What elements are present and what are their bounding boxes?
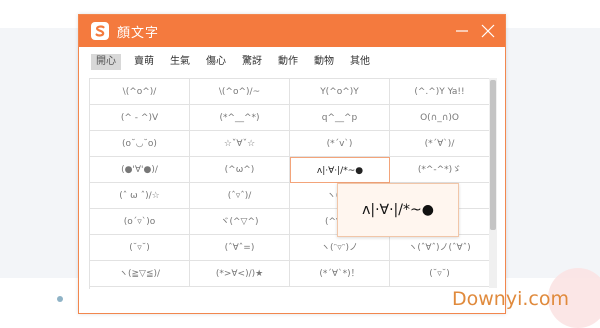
grid-scrollbar[interactable] <box>489 78 497 288</box>
title-bar[interactable]: 顏文字 <box>79 15 505 47</box>
emoticon-cell[interactable]: O(∩_∩)O <box>390 105 490 131</box>
tab-happy[interactable]: 開心 <box>91 54 121 70</box>
tab-cute[interactable]: 賣萌 <box>129 54 159 70</box>
tab-animal[interactable]: 動物 <box>309 54 339 70</box>
emoticon-cell[interactable]: (*^__^*) <box>190 105 290 131</box>
emoticon-cell[interactable]: ヽ(≧▽≦)/ <box>90 261 190 287</box>
emoticon-cell-hovered[interactable]: ʌ|·∀·|/*~● <box>290 157 390 183</box>
emoticon-cell[interactable]: (ˆ ω ˆ)/☆ <box>90 183 190 209</box>
emoticon-cell[interactable]: (*´v`) <box>290 131 390 157</box>
decorative-dot <box>57 296 63 302</box>
emoticon-cell[interactable]: ヽ(ˆ∀ˆ)ノ(ˆ∀ˆ) <box>390 235 490 261</box>
sogou-logo-icon <box>91 22 109 40</box>
minimize-button[interactable] <box>453 22 471 40</box>
emoticon-preview-tooltip: ʌ|·∀·|/*~● <box>337 183 459 237</box>
emoticon-cell[interactable]: (˘▿˘) <box>390 261 490 287</box>
emoticon-cell[interactable]: (ˆ▿ˆ)/ <box>190 183 290 209</box>
emoticon-cell[interactable]: \(^o^)/~ <box>190 79 290 105</box>
emoticon-cell[interactable]: (*´∀`)/ <box>390 131 490 157</box>
close-icon <box>481 24 495 38</box>
emoticon-cell[interactable]: ☆ˇ∀ˇ☆ <box>190 131 290 157</box>
emoticon-cell[interactable]: (^.^)Y Ya!! <box>390 79 490 105</box>
watermark: Downyi.com <box>452 288 569 310</box>
minimize-icon <box>456 30 468 32</box>
emoticon-cell[interactable]: (^ - ^)V <box>90 105 190 131</box>
tooltip-text: ʌ|·∀·|/*~● <box>362 202 434 218</box>
scrollbar-thumb[interactable] <box>490 80 496 230</box>
emoticon-cell[interactable]: (●'∀'●)/ <box>90 157 190 183</box>
emoticon-cell[interactable]: Y(^o^)Y <box>290 79 390 105</box>
emoticon-cell[interactable]: \(^o^)/ <box>90 79 190 105</box>
tab-sad[interactable]: 傷心 <box>201 54 231 70</box>
close-button[interactable] <box>479 22 497 40</box>
emoticon-cell[interactable]: q^__^p <box>290 105 390 131</box>
emoticon-window: 顏文字 開心 賣萌 生氣 傷心 驚訝 動作 動物 其他 \(^o^)/ \(^o… <box>78 14 506 314</box>
emoticon-cell[interactable]: (o´▿`)o <box>90 209 190 235</box>
emoticon-cell[interactable]: (*´∀`*)！ <box>290 261 390 287</box>
emoticon-cell[interactable]: (*^-^*)ゞ <box>390 157 490 183</box>
emoticon-cell[interactable]: ヽ(ᵔ▿ᵔ)ノ <box>290 235 390 261</box>
category-tabs: 開心 賣萌 生氣 傷心 驚訝 動作 動物 其他 <box>79 51 505 73</box>
tab-angry[interactable]: 生氣 <box>165 54 195 70</box>
emoticon-cell[interactable]: (ˆ∀ˆ=) <box>190 235 290 261</box>
emoticon-cell[interactable]: ヾ(^▽^) <box>190 209 290 235</box>
tab-other[interactable]: 其他 <box>345 54 375 70</box>
emoticon-cell[interactable]: (*>∀<)/)★ <box>190 261 290 287</box>
tab-action[interactable]: 動作 <box>273 54 303 70</box>
emoticon-cell[interactable]: (o˘◡˘o) <box>90 131 190 157</box>
window-title: 顏文字 <box>117 26 160 41</box>
emoticon-cell[interactable]: (^ω^) <box>190 157 290 183</box>
emoticon-cell[interactable]: (˘▿˘) <box>90 235 190 261</box>
tab-surprised[interactable]: 驚訝 <box>237 54 267 70</box>
